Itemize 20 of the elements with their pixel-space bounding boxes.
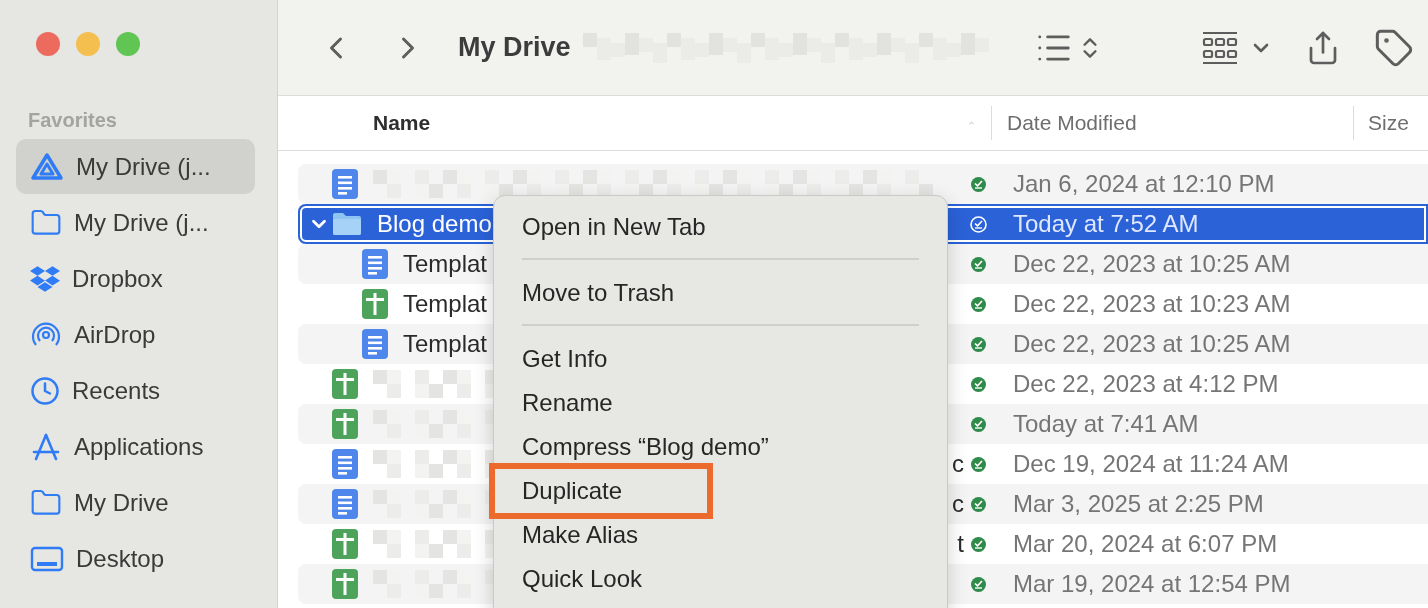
file-name: c [952, 490, 964, 518]
date-modified: Mar 3, 2025 at 2:25 PM [1013, 490, 1264, 518]
date-modified: Jan 6, 2024 at 12:10 PM [1013, 170, 1275, 198]
file-name: c [952, 450, 964, 478]
date-modified: Dec 19, 2024 at 11:24 AM [1013, 450, 1289, 478]
date-modified: Dec 22, 2023 at 10:25 AM [1013, 250, 1291, 278]
date-modified: Dec 22, 2023 at 10:25 AM [1013, 330, 1291, 358]
date-modified: Mar 19, 2024 at 12:54 PM [1013, 570, 1291, 598]
file-name: Templat [403, 290, 488, 318]
date-modified: Dec 22, 2023 at 10:23 AM [1013, 290, 1291, 318]
file-name: Templat [403, 330, 488, 358]
date-modified: Today at 7:41 AM [1013, 410, 1199, 438]
window-title: My Drive [458, 32, 571, 63]
file-name: Blog demo [377, 210, 492, 238]
date-modified: Today at 7:52 AM [1013, 210, 1199, 238]
file-name: Templat [403, 250, 488, 278]
file-name: t [957, 530, 964, 558]
date-modified: Dec 22, 2023 at 4:12 PM [1013, 370, 1279, 398]
sidebar-heading: Favorites [27, 108, 118, 133]
date-modified: Mar 20, 2024 at 6:07 PM [1013, 530, 1278, 558]
